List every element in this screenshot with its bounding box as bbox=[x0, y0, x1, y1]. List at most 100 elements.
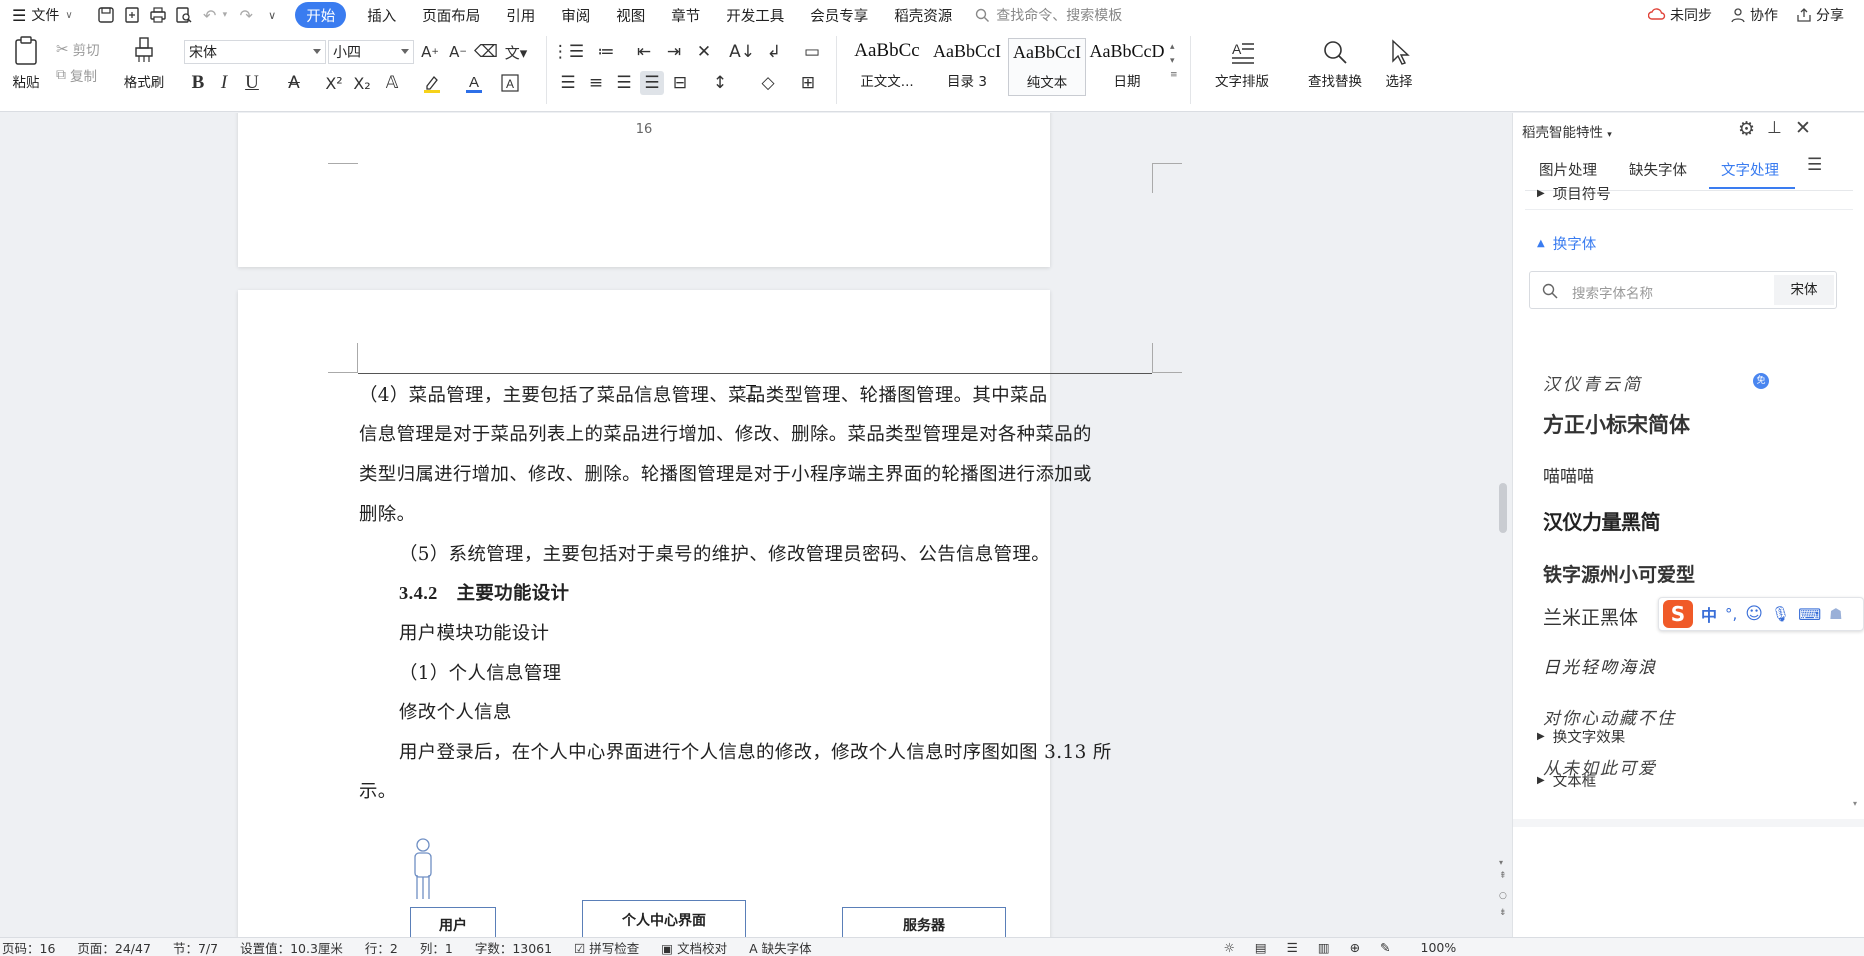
clear-format-icon[interactable]: ⌫ bbox=[474, 40, 498, 64]
tab-member[interactable]: 会员专享 bbox=[797, 0, 881, 30]
customize-toolbar-icon[interactable]: ∨ bbox=[259, 2, 285, 28]
keyboard-icon[interactable]: ⌨ bbox=[1798, 605, 1821, 624]
collaborate-button[interactable]: 协作 bbox=[1730, 5, 1778, 25]
bullet-list-icon[interactable]: ⋮☰ bbox=[552, 40, 584, 64]
personal-center-box[interactable]: 个人中心界面 bbox=[582, 900, 746, 937]
numbered-list-icon[interactable]: ≔ bbox=[594, 40, 618, 64]
font-name-select[interactable]: 宋体 bbox=[184, 40, 326, 64]
char-border-icon[interactable]: A bbox=[498, 71, 522, 95]
proofread-button[interactable]: ▣ 文档校对 bbox=[661, 938, 727, 956]
document-area[interactable]: 16 （4）菜品管理，主要包括了菜品信息管理、菜品类型管理、轮播图管理。其中菜品… bbox=[0, 113, 1494, 937]
redo-icon[interactable]: ↷ bbox=[233, 2, 259, 28]
paragraph-line[interactable]: 删除。 bbox=[359, 500, 1149, 526]
text-layout-button[interactable]: A 文字排版 bbox=[1204, 38, 1280, 90]
paragraph-line[interactable]: 用户模块功能设计 bbox=[399, 619, 1189, 645]
align-left-icon[interactable]: ☰ bbox=[556, 71, 580, 95]
panel-scrollbar[interactable]: ▾ bbox=[1851, 193, 1861, 813]
tab-text-processing[interactable]: 文字处理 bbox=[1721, 159, 1779, 180]
paste-button[interactable]: 粘贴 bbox=[6, 36, 46, 92]
punctuation-icon[interactable]: °, bbox=[1725, 605, 1737, 623]
chinese-layout-icon[interactable]: ✕ bbox=[692, 40, 716, 64]
pin-icon[interactable]: ⊥ bbox=[1767, 118, 1782, 138]
status-setting-value[interactable]: 设置值：10.3厘米 bbox=[240, 938, 343, 956]
emoji-icon[interactable]: ☺ bbox=[1745, 604, 1763, 624]
zoom-level[interactable]: 100% bbox=[1421, 940, 1457, 955]
server-box[interactable]: 服务器 bbox=[842, 907, 1006, 937]
close-icon[interactable]: ✕ bbox=[1795, 117, 1811, 139]
phonetic-guide-icon[interactable]: 文▾ bbox=[504, 40, 528, 64]
sync-status-button[interactable]: 未同步 bbox=[1648, 5, 1712, 25]
paragraph-line[interactable]: 修改个人信息 bbox=[399, 698, 1189, 724]
page-previous[interactable]: 16 bbox=[238, 113, 1182, 267]
align-right-icon[interactable]: ☰ bbox=[612, 71, 636, 95]
missing-font-button[interactable]: A 缺失字体 bbox=[749, 938, 812, 956]
status-section[interactable]: 节：7/7 bbox=[173, 938, 218, 956]
strikethrough-icon[interactable]: A bbox=[282, 71, 306, 95]
share-button[interactable]: 分享 bbox=[1796, 5, 1844, 25]
chevron-down-icon[interactable]: ▾ bbox=[223, 10, 228, 20]
superscript-icon[interactable]: X² bbox=[322, 71, 346, 95]
tab-insert[interactable]: 插入 bbox=[354, 0, 409, 30]
font-option[interactable]: 兰米正黑体 bbox=[1543, 603, 1638, 630]
shrink-font-icon[interactable]: A − bbox=[446, 40, 470, 64]
distribute-icon[interactable]: ⊟ bbox=[668, 71, 692, 95]
status-page-number[interactable]: 页码：16 bbox=[2, 938, 55, 956]
tab-developer[interactable]: 开发工具 bbox=[713, 0, 797, 30]
select-button[interactable]: 选择 bbox=[1374, 38, 1424, 90]
shading-icon[interactable]: ◇ bbox=[756, 71, 780, 95]
italic-icon[interactable]: I bbox=[212, 71, 236, 95]
font-option[interactable]: 铁字源州小可爱型 bbox=[1543, 560, 1695, 587]
font-option[interactable]: 汉仪青云简 bbox=[1543, 370, 1643, 395]
skin-icon[interactable]: ☗ bbox=[1829, 605, 1842, 623]
font-size-select[interactable]: 小四 bbox=[328, 40, 414, 64]
font-search-box[interactable]: 搜索字体名称 宋体 bbox=[1529, 271, 1837, 309]
command-search[interactable]: 查找命令、搜索模板 bbox=[975, 5, 1122, 25]
subscript-icon[interactable]: X₂ bbox=[350, 71, 374, 95]
font-option[interactable]: 方正小标宋简体 bbox=[1543, 409, 1690, 439]
ime-toolbar[interactable]: S 中 °, ☺ 🎙 ⌨ ☗ bbox=[1658, 597, 1864, 631]
font-search-input[interactable]: 搜索字体名称 bbox=[1572, 282, 1653, 302]
paragraph-line[interactable]: （5）系统管理，主要包括对于桌号的维护、修改管理员密码、公告信息管理。 bbox=[399, 540, 1189, 566]
style-plain-text[interactable]: AaBbCcI 纯文本 bbox=[1008, 38, 1086, 96]
paragraph-line[interactable]: 示。 bbox=[359, 777, 1149, 803]
tab-menu-icon[interactable]: ☰ bbox=[1807, 155, 1822, 175]
prev-page-icon[interactable]: ⇞ bbox=[1499, 871, 1507, 881]
next-page-icon[interactable]: ⇟ bbox=[1499, 908, 1507, 918]
print-icon[interactable] bbox=[145, 2, 171, 28]
align-center-icon[interactable]: ≡ bbox=[584, 71, 608, 95]
text-effect-icon[interactable]: 𝔸 bbox=[380, 71, 404, 95]
microphone-icon[interactable]: 🎙 bbox=[1771, 605, 1790, 623]
sort-icon[interactable]: A↓ bbox=[729, 40, 755, 64]
tab-docer-resources[interactable]: 稻壳资源 bbox=[881, 0, 965, 30]
paragraph-line[interactable]: 信息管理是对于菜品列表上的菜品进行增加、修改、删除。菜品类型管理是对各种菜品的 bbox=[359, 420, 1149, 446]
grow-font-icon[interactable]: A + bbox=[418, 40, 442, 64]
increase-indent-icon[interactable]: ⇥ bbox=[662, 40, 686, 64]
decrease-indent-icon[interactable]: ⇤ bbox=[632, 40, 656, 64]
font-option[interactable]: 喵喵喵 bbox=[1543, 462, 1594, 487]
select-browse-icon[interactable]: ○ bbox=[1499, 891, 1507, 901]
font-option[interactable]: 日光轻吻海浪 bbox=[1543, 653, 1657, 678]
scrollbar-thumb[interactable] bbox=[1499, 483, 1507, 533]
font-option[interactable]: 汉仪力量黑简 bbox=[1543, 506, 1661, 535]
tab-page-layout[interactable]: 页面布局 bbox=[409, 0, 493, 30]
section-change-text-effects[interactable]: ▶ 换文字效果 bbox=[1537, 726, 1625, 747]
paragraph-line[interactable]: 用户登录后，在个人中心界面进行个人信息的修改，修改个人信息时序图如图 3.13 … bbox=[399, 738, 1189, 764]
print-preview-icon[interactable] bbox=[171, 2, 197, 28]
status-page-count[interactable]: 页面：24/47 bbox=[77, 938, 151, 956]
status-word-count[interactable]: 字数：13061 bbox=[475, 938, 552, 956]
status-row[interactable]: 行：2 bbox=[365, 938, 398, 956]
current-font-chip[interactable]: 宋体 bbox=[1774, 275, 1834, 305]
show-marks-icon[interactable]: ↲ bbox=[762, 40, 786, 64]
scroll-up-icon[interactable]: ▾ bbox=[1499, 858, 1503, 867]
undo-icon[interactable]: ↶ bbox=[197, 2, 223, 28]
bold-icon[interactable]: B bbox=[186, 71, 210, 95]
tab-references[interactable]: 引用 bbox=[493, 0, 548, 30]
status-column[interactable]: 列：1 bbox=[420, 938, 453, 956]
tab-review[interactable]: 审阅 bbox=[548, 0, 603, 30]
page-current[interactable]: （4）菜品管理，主要包括了菜品信息管理、菜品类型管理、轮播图管理。其中菜品 信息… bbox=[238, 290, 1182, 937]
tab-section[interactable]: 章节 bbox=[658, 0, 713, 30]
tab-home[interactable]: 开始 bbox=[295, 2, 347, 28]
font-color-icon[interactable]: A bbox=[462, 71, 486, 95]
file-menu[interactable]: ☰ 文件 ∨ bbox=[0, 0, 79, 30]
copy-button[interactable]: ⧉ 复制 bbox=[56, 65, 97, 85]
